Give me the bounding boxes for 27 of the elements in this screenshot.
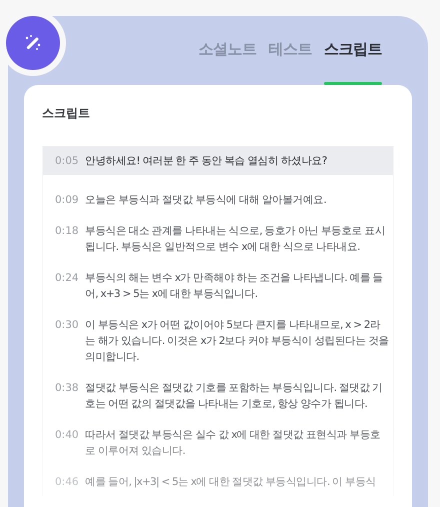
transcript-text: 따라서 절댓값 부등식은 실수 값 x에 대한 절댓값 표현식과 부등호로 이루어져 있습니다. [85, 428, 382, 459]
timestamp: 0:09 [55, 193, 80, 208]
transcript-text: 오늘은 부등식과 절댓값 부등식에 대해 알아볼거예요. [85, 193, 328, 208]
transcript-text: 안녕하세요! 여러분 한 주 동안 복습 열심히 하셨나요? [85, 154, 328, 169]
transcript-row[interactable]: 0:30 이 부등식은 x가 어떤 값이어야 5보다 큰지를 나타내므로, x > 2라는 해가 있습니다. 이것은 x가 2보다 커야 부등식이 성립된다는 것을 의미합니다. [43, 311, 393, 371]
timestamp: 0:30 [55, 318, 80, 333]
timestamp: 0:24 [55, 271, 80, 286]
transcript-text: 부등식의 해는 변수 x가 만족해야 하는 조건을 나타냅니다. 예를 들어, x+3 > 5는 x에 대한 부등식입니다. [85, 271, 384, 302]
card-title: 스크립트 [42, 105, 91, 122]
timestamp: 0:38 [55, 381, 80, 396]
tab[interactable]: 스크립트 [324, 38, 382, 85]
transcript-row[interactable]: 0:24 부등식의 해는 변수 x가 만족해야 하는 조건을 나타냅니다. 예를 들어, x+3 > 5는 x에 대한 부등식입니다. [43, 264, 393, 308]
transcript-text: 부등식은 대소 관계를 나타내는 식으로, 등호가 아닌 부등호로 표시됩니다. 부등식은 일반적으로 변수 x에 대한 식으로 나타내요. [85, 224, 386, 255]
timestamp: 0:46 [55, 475, 80, 490]
transcript-row[interactable]: 0:18 부등식은 대소 관계를 나타내는 식으로, 등호가 아닌 부등호로 표시됩니다. 부등식은 일반적으로 변수 x에 대한 식으로 나타내요. [43, 217, 393, 261]
transcript-text: 절댓값 부등식은 절댓값 기호를 포함하는 부등식입니다. 절댓값 기호는 어떤 값의 절댓값을 나타내는 기호로, 항상 양수가 됩니다. [85, 381, 384, 412]
transcript-text: 이 부등식은 x가 어떤 값이어야 5보다 큰지를 나타내므로, x > 2라는 해가 있습니다. 이것은 x가 2보다 커야 부등식이 성립된다는 것을 의미합니다. [85, 318, 389, 365]
magic-wand-button[interactable] [6, 16, 60, 70]
transcript-text: 예를 들어, |x+3| < 5는 x에 대한 절댓값 부등식입니다. 이 부등식 [85, 475, 377, 490]
transcript-row[interactable]: 0:05 안녕하세요! 여러분 한 주 동안 복습 열심히 하셨나요? [43, 147, 393, 175]
timestamp: 0:05 [55, 154, 80, 169]
transcript-row[interactable]: 0:38 절댓값 부등식은 절댓값 기호를 포함하는 부등식입니다. 절댓값 기호는 어떤 값의 절댓값을 나타내는 기호로, 항상 양수가 됩니다. [43, 374, 393, 418]
magic-wand-icon [23, 33, 43, 53]
transcript-row[interactable]: 0:09 오늘은 부등식과 절댓값 부등식에 대해 알아볼거예요. [43, 186, 393, 214]
transcript-row[interactable]: 0:40 따라서 절댓값 부등식은 실수 값 x에 대한 절댓값 표현식과 부등호로 이루어져 있습니다. [43, 421, 393, 465]
timestamp: 0:18 [55, 224, 80, 239]
timestamp: 0:40 [55, 428, 80, 443]
